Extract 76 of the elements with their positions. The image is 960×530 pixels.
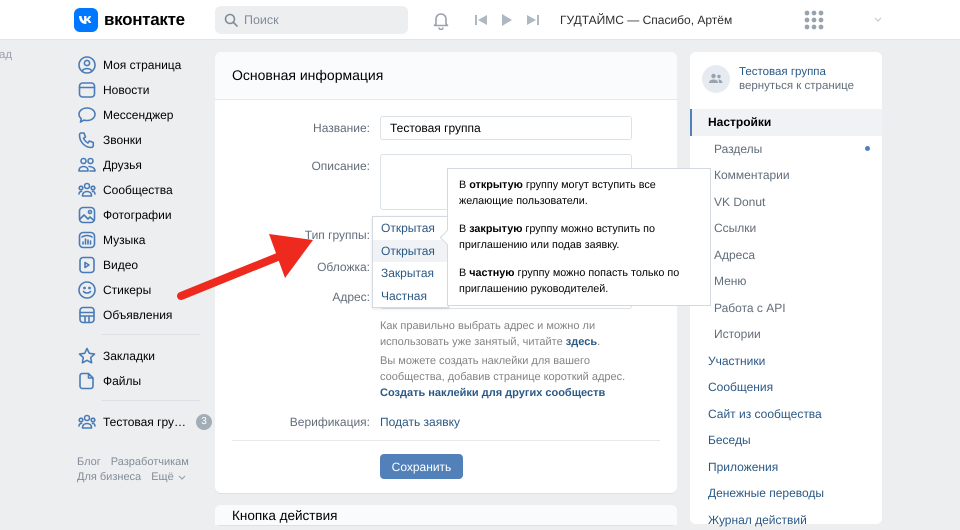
group-link[interactable]: Тестовая группа <box>739 65 854 79</box>
nav-item[interactable]: Мессенджер <box>77 102 174 127</box>
field-label: Обложка: <box>317 260 370 274</box>
nav-item[interactable]: Сообщества <box>77 177 173 202</box>
nav-item[interactable]: Моя страница <box>77 52 182 77</box>
dropdown-option[interactable]: Частная <box>373 284 448 307</box>
logo-icon <box>74 8 98 32</box>
save-button[interactable]: Сохранить <box>380 454 463 479</box>
nav-item[interactable]: Новости <box>77 77 150 102</box>
card-title: Основная информация <box>215 52 677 100</box>
menu-item[interactable]: Участники <box>690 348 882 374</box>
document-icon <box>77 370 97 390</box>
field-label: Верификация: <box>290 415 370 429</box>
logo-text[interactable]: вконтакте <box>104 10 185 30</box>
next-icon <box>527 14 539 26</box>
group-icon <box>77 180 97 200</box>
video-icon <box>77 254 97 274</box>
nav-item[interactable]: Видео <box>77 252 138 277</box>
count-badge: 3 <box>196 414 212 430</box>
field-label: Описание: <box>311 159 370 173</box>
previous-icon <box>475 14 487 26</box>
chevron-down-icon <box>178 474 186 480</box>
chevron-down-icon <box>874 17 882 22</box>
person-circle-icon <box>77 54 97 74</box>
tooltip-text: В закрытую группу можно вступить по приглашению или подав заявку. <box>459 222 656 253</box>
group-icon <box>77 412 97 432</box>
menu-item[interactable]: Сайт из сообщества <box>690 400 882 427</box>
nav-item[interactable]: Закладки <box>77 343 155 368</box>
nav-item[interactable]: Звонки <box>77 127 142 152</box>
group-avatar-icon <box>702 65 730 93</box>
people-icon <box>77 154 97 174</box>
menu-item[interactable]: Денежные переводы <box>690 480 882 506</box>
nav-item[interactable]: Фотографии <box>77 202 172 227</box>
link[interactable]: здесь <box>566 336 598 348</box>
nav-item[interactable]: Файлы <box>77 368 142 393</box>
back-link[interactable]: вернуться к странице <box>739 79 854 93</box>
tooltip-text: В открытую группу могут вступить все желающие пользователи. <box>459 178 657 209</box>
submenu-item[interactable]: Истории <box>690 321 882 348</box>
select-value[interactable]: Открытая <box>373 217 448 240</box>
field-label: Адрес: <box>332 290 370 304</box>
dropdown-option[interactable]: Открытая <box>373 240 448 262</box>
star-icon <box>77 346 97 366</box>
field-label: Название: <box>313 121 370 135</box>
smiley-icon <box>77 280 97 300</box>
nav-item[interactable]: Тестовая гру… 3 <box>77 409 212 434</box>
field-label: Тип группы: <box>304 228 370 242</box>
menu-item[interactable]: Приложения <box>690 454 882 480</box>
card-title: Кнопка действия <box>215 505 677 525</box>
link[interactable]: Создать наклейки для других сообществ <box>380 385 606 401</box>
apps-grid-icon <box>804 10 824 30</box>
link[interactable]: Подать заявку <box>380 415 460 429</box>
menu-item[interactable]: Настройки <box>690 109 882 136</box>
hint-text: Вы можете создать наклейки для вашего сообщества, добавив странице короткий адрес. <box>380 354 626 385</box>
search-icon <box>224 12 238 26</box>
hint-text: Как правильно выбрать адрес и можно ли использовать уже занятый, читайте здесь. <box>380 319 602 350</box>
nav-item[interactable]: Музыка <box>77 227 146 252</box>
dropdown-option[interactable]: Закрытая <box>373 262 448 284</box>
text-field[interactable]: Тестовая группа <box>380 116 632 140</box>
menu-item[interactable]: Сообщения <box>690 374 882 400</box>
phone-icon <box>77 130 97 150</box>
nav-item[interactable]: Друзья <box>77 152 142 177</box>
tooltip-text: В частную группу можно попасть только по приглашению руководителей. <box>459 266 680 297</box>
speech-bubble-icon <box>77 104 97 124</box>
track-title[interactable]: ГУДТАЙМС — Спасибо, Артём <box>560 12 732 26</box>
nav-item[interactable]: Объявления <box>77 302 172 327</box>
menu-item[interactable]: Беседы <box>690 427 882 454</box>
submenu-item[interactable]: Работа с API <box>690 294 882 321</box>
play-icon <box>501 14 513 26</box>
submenu-item[interactable]: Разделы <box>690 136 882 162</box>
storefront-icon <box>77 304 97 324</box>
card-icon <box>77 80 97 100</box>
search-field[interactable]: Поиск <box>215 6 408 34</box>
menu-item[interactable]: Журнал действий <box>690 506 882 530</box>
photo-icon <box>77 204 97 224</box>
music-icon <box>77 230 97 250</box>
nav-item[interactable]: Стикеры <box>77 277 152 302</box>
